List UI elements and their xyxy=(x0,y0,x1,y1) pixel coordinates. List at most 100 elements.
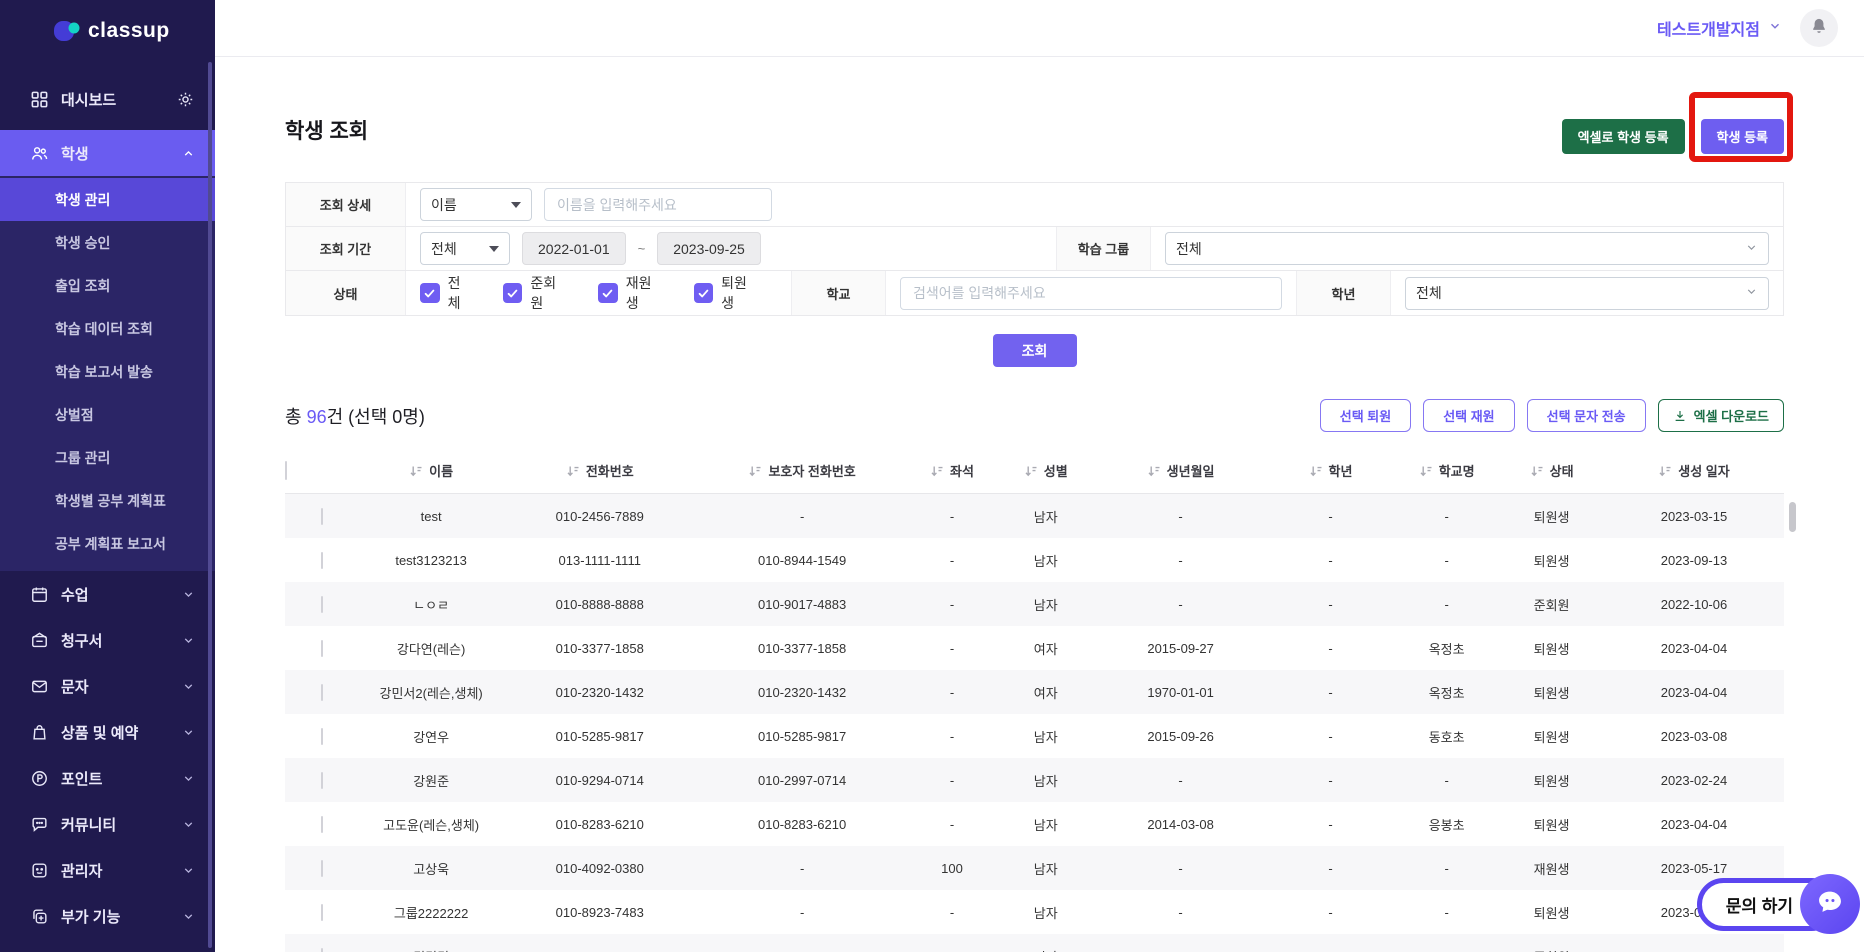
column-header[interactable]: 보호자 전화번호 xyxy=(697,461,907,480)
sidebar-scrollbar[interactable] xyxy=(208,62,212,948)
sidebar-item[interactable]: 상품 및 예약 xyxy=(0,709,215,755)
table-row[interactable]: 고도윤(레슨,생체)010-8283-6210010-8283-6210-남자2… xyxy=(285,802,1784,846)
sidebar-item-students[interactable]: 학생 xyxy=(0,130,215,176)
table-scrollbar[interactable] xyxy=(1789,502,1796,532)
table-row[interactable]: 강다연(레슨)010-3377-1858010-3377-1858-여자2015… xyxy=(285,626,1784,670)
table-cell: - xyxy=(1267,773,1394,788)
table-cell: - xyxy=(907,949,997,952)
sidebar-subitem[interactable]: 학생별 공부 계획표 xyxy=(0,479,215,522)
search-button[interactable]: 조회 xyxy=(993,334,1077,367)
grade-select[interactable]: 전체 xyxy=(1405,277,1769,310)
column-header[interactable]: 이름 xyxy=(360,461,502,480)
column-header[interactable]: 생년월일 xyxy=(1094,461,1266,480)
detail-search-input[interactable] xyxy=(544,188,772,221)
table-row[interactable]: 강원준010-9294-0714010-2997-0714-남자---퇴원생20… xyxy=(285,758,1784,802)
students-table: 이름전화번호보호자 전화번호좌석성별생년월일학년학교명상태 생성 일자 test0… xyxy=(285,448,1784,952)
row-checkbox[interactable] xyxy=(321,596,323,613)
table-row[interactable]: 그룹2222222010-8923-7483--남자---퇴원생2023-03-… xyxy=(285,890,1784,934)
row-checkbox[interactable] xyxy=(321,728,323,745)
main-area: 테스트개발지점 학생 조회 엑셀로 학생 등록 xyxy=(215,0,1864,952)
sidebar-subitem[interactable]: 그룹 관리 xyxy=(0,436,215,479)
table-cell: - xyxy=(1267,597,1394,612)
row-checkbox[interactable] xyxy=(321,816,323,833)
table-cell: 남자 xyxy=(997,903,1094,922)
status-checkbox[interactable]: 퇴원생 xyxy=(694,273,759,313)
register-button[interactable]: 학생 등록 xyxy=(1701,119,1784,154)
table-cell: - xyxy=(907,509,997,524)
detail-field-select[interactable]: 이름 xyxy=(420,188,532,221)
sidebar-item[interactable]: 포인트 xyxy=(0,755,215,801)
learning-group-select[interactable]: 전체 xyxy=(1165,232,1769,265)
chat-launcher-button[interactable] xyxy=(1800,874,1860,934)
gear-icon[interactable] xyxy=(176,90,195,109)
status-checkbox[interactable]: 재원생 xyxy=(598,273,663,313)
table-cell: 남자 xyxy=(997,727,1094,746)
sidebar-subitem[interactable]: 출입 조회 xyxy=(0,264,215,307)
column-header[interactable]: 생성 일자 xyxy=(1604,461,1784,480)
school-search-input[interactable] xyxy=(900,277,1282,310)
column-header[interactable]: 학년 xyxy=(1267,461,1394,480)
row-checkbox[interactable] xyxy=(321,904,323,921)
column-header[interactable]: 상태 xyxy=(1499,461,1604,480)
table-row[interactable]: 강연우010-5285-9817010-5285-9817-남자2015-09-… xyxy=(285,714,1784,758)
table-cell: - xyxy=(907,597,997,612)
row-checkbox[interactable] xyxy=(321,772,323,789)
sidebar-item[interactable]: 청구서 xyxy=(0,617,215,663)
status-checkbox[interactable]: 준회원 xyxy=(503,273,568,313)
row-checkbox[interactable] xyxy=(321,684,323,701)
branch-selector[interactable]: 테스트개발지점 xyxy=(1657,16,1782,40)
sidebar-subitem[interactable]: 공부 계획표 보고서 xyxy=(0,522,215,565)
table-cell: 강민서2(레슨,생체) xyxy=(360,683,502,702)
select-all-checkbox[interactable] xyxy=(285,461,287,480)
row-checkbox[interactable] xyxy=(321,860,323,877)
column-label: 생성 일자 xyxy=(1678,461,1729,480)
excel-download-label: 엑셀 다운로드 xyxy=(1694,406,1769,425)
sidebar-item[interactable]: 커뮤니티 xyxy=(0,801,215,847)
row-checkbox[interactable] xyxy=(321,552,323,569)
column-header[interactable]: 전화번호 xyxy=(502,461,697,480)
excel-download-button[interactable]: 엑셀 다운로드 xyxy=(1658,399,1784,432)
sidebar-subitem[interactable]: 학생 관리 xyxy=(0,178,215,221)
start-date-input[interactable]: 2022-01-01 xyxy=(522,232,626,265)
table-row[interactable]: test3123213013-1111-1111010-8944-1549-남자… xyxy=(285,538,1784,582)
excel-register-button[interactable]: 엑셀로 학생 등록 xyxy=(1562,119,1685,154)
sidebar-item[interactable]: 부가 기능 xyxy=(0,893,215,939)
table-row[interactable]: 강민서2(레슨,생체)010-2320-1432010-2320-1432-여자… xyxy=(285,670,1784,714)
table-row[interactable]: 고상욱010-4092-0380-100남자---재원생2023-05-17 xyxy=(285,846,1784,890)
row-checkbox[interactable] xyxy=(321,640,323,657)
chevron-down-icon xyxy=(182,726,195,739)
table-cell: 2023-09-13 xyxy=(1604,553,1784,568)
status-checkbox[interactable]: 전체 xyxy=(420,273,473,313)
bulk-action-button[interactable]: 선택 문자 전송 xyxy=(1527,399,1646,432)
table-cell: 김김김 xyxy=(360,947,502,952)
table-cell: 010-2456-7889 xyxy=(502,509,697,524)
table-row[interactable]: 김김김010-1111-2222--여자---준회원2023-09-25 xyxy=(285,934,1784,952)
sidebar-subitem[interactable]: 상벌점 xyxy=(0,393,215,436)
sort-icon xyxy=(1024,464,1038,478)
row-checkbox[interactable] xyxy=(321,508,323,525)
sidebar-item[interactable]: 수업 xyxy=(0,571,215,617)
row-checkbox[interactable] xyxy=(321,948,323,952)
notification-bell[interactable] xyxy=(1800,9,1838,47)
table-cell: 여자 xyxy=(997,683,1094,702)
bulk-action-button[interactable]: 선택 퇴원 xyxy=(1320,399,1411,432)
period-type-select[interactable]: 전체 xyxy=(420,232,510,265)
sidebar-subitem[interactable]: 학생 승인 xyxy=(0,221,215,264)
sidebar-subitem[interactable]: 학습 보고서 발송 xyxy=(0,350,215,393)
sidebar-subitem[interactable]: 학습 데이터 조회 xyxy=(0,307,215,350)
bulk-action-button[interactable]: 선택 재원 xyxy=(1423,399,1514,432)
column-header[interactable]: 좌석 xyxy=(907,461,997,480)
table-cell: 2023-03-15 xyxy=(1604,509,1784,524)
end-date-input[interactable]: 2023-09-25 xyxy=(657,232,761,265)
sidebar-item-dashboard[interactable]: 대시보드 xyxy=(0,76,215,122)
table-row[interactable]: ㄴㅇㄹ010-8888-8888010-9017-4883-남자---준회원20… xyxy=(285,582,1784,626)
table-row[interactable]: test010-2456-7889--남자---퇴원생2023-03-15 xyxy=(285,494,1784,538)
table-cell: test xyxy=(360,509,502,524)
column-header[interactable]: 성별 xyxy=(997,461,1094,480)
sidebar-item[interactable]: 문자 xyxy=(0,663,215,709)
table-cell: - xyxy=(1267,641,1394,656)
column-header[interactable]: 학교명 xyxy=(1394,461,1499,480)
sidebar-item[interactable]: 관리자 xyxy=(0,847,215,893)
table-cell: - xyxy=(1394,905,1499,920)
table-cell: 준회원 xyxy=(1499,947,1604,952)
